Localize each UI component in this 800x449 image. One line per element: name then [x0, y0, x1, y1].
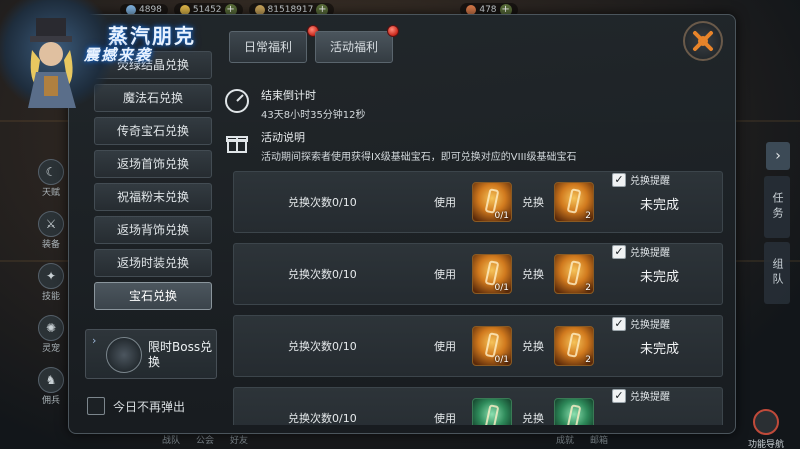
reminder-label: 兑换提醒: [630, 392, 670, 403]
bottom-guild[interactable]: 战队: [162, 433, 180, 446]
exchange-count: 兑换次数0/10: [288, 196, 357, 209]
timer-icon: [223, 87, 251, 115]
exchange-status: 未完成: [640, 198, 680, 213]
character-portrait: [28, 18, 76, 108]
required-gem-qty: 0/1: [494, 211, 509, 221]
reward-gem-icon[interactable]: [554, 398, 594, 425]
category-item[interactable]: 传奇宝石兑换: [94, 117, 212, 145]
side-tab-team[interactable]: 组队: [764, 242, 790, 304]
category-item[interactable]: 返场首饰兑换: [94, 150, 212, 178]
reward-gem-icon[interactable]: 2: [554, 326, 594, 366]
function-nav-button[interactable]: 功能导航: [736, 409, 796, 449]
banner-subtitle: 震撼来袭: [84, 46, 153, 64]
bottom-achievement[interactable]: 成就: [556, 433, 574, 446]
required-gem-qty: 0/1: [494, 283, 509, 293]
reminder-checkbox[interactable]: ✓: [612, 316, 626, 331]
countdown-value: 43天8小时35分钟12秒: [261, 110, 366, 121]
exchange-label: 兑换: [522, 196, 544, 209]
exchange-reminder-toggle[interactable]: ✓ 兑换提醒: [612, 388, 670, 403]
close-icon: [693, 31, 713, 51]
equipment-icon: ⚔: [38, 211, 64, 237]
event-banner[interactable]: 蒸汽朋克 震撼来袭: [0, 0, 220, 110]
boss-icon: [106, 337, 142, 373]
exchange-reminder-toggle[interactable]: ✓ 兑换提醒: [612, 172, 670, 187]
reminder-checkbox[interactable]: ✓: [612, 388, 626, 403]
category-item[interactable]: 返场时装兑换: [94, 249, 212, 277]
exchange-row: 兑换次数0/10 使用 兑换 ✓ 兑换提醒: [233, 387, 723, 425]
skill-icon: ✦: [38, 263, 64, 289]
reward-gem-qty: 2: [585, 211, 591, 221]
exchange-content: 结束倒计时 43天8小时35分钟12秒 活动说明 活动期间探索者使用获得IX级基…: [223, 59, 723, 425]
talent-icon: ☾: [38, 159, 64, 185]
exchange-row: 兑换次数0/10 使用 0/1 兑换 2 ✓ 兑换提醒未完成: [233, 243, 723, 305]
reminder-label: 兑换提醒: [630, 320, 670, 331]
reminder-label: 兑换提醒: [630, 248, 670, 259]
exchange-count: 兑换次数0/10: [288, 412, 357, 425]
exchange-label: 兑换: [522, 412, 544, 425]
description-text: 活动期间探索者使用获得IX级基础宝石，即可兑换对应的VIII级基础宝石: [261, 152, 577, 163]
countdown-title: 结束倒计时: [261, 89, 316, 102]
no-popup-checkbox[interactable]: [87, 397, 105, 415]
exchange-label: 兑换: [522, 340, 544, 353]
exchange-row: 兑换次数0/10 使用 0/1 兑换 2 ✓ 兑换提醒未完成: [233, 315, 723, 377]
required-gem-icon[interactable]: 0/1: [472, 254, 512, 294]
reward-gem-qty: 2: [585, 283, 591, 293]
bottom-union[interactable]: 公会: [196, 433, 214, 446]
use-label: 使用: [434, 268, 456, 281]
pet-icon: ✺: [38, 315, 64, 341]
menu-icon: [753, 409, 779, 435]
gift-icon: [223, 129, 251, 157]
description-row: 活动说明 活动期间探索者使用获得IX级基础宝石，即可兑换对应的VIII级基础宝石: [223, 129, 577, 163]
exchange-status: 未完成: [640, 342, 680, 357]
use-label: 使用: [434, 196, 456, 209]
reward-gem-icon[interactable]: 2: [554, 254, 594, 294]
exchange-reminder-toggle[interactable]: ✓ 兑换提醒: [612, 316, 670, 331]
category-item[interactable]: 祝福粉末兑换: [94, 183, 212, 211]
reward-gem-icon[interactable]: 2: [554, 182, 594, 222]
exchange-label: 兑换: [522, 268, 544, 281]
exchange-count: 兑换次数0/10: [288, 340, 357, 353]
mercenary-icon: ♞: [38, 367, 64, 393]
exchange-count: 兑换次数0/10: [288, 268, 357, 281]
reminder-checkbox[interactable]: ✓: [612, 244, 626, 259]
bottom-mail[interactable]: 邮箱: [590, 433, 608, 446]
expand-right-arrow-icon[interactable]: ›: [766, 142, 790, 170]
required-gem-icon[interactable]: [472, 398, 512, 425]
exchange-row: 兑换次数0/10 使用 0/1 兑换 2 ✓ 兑换提醒未完成: [233, 171, 723, 233]
countdown-row: 结束倒计时 43天8小时35分钟12秒: [223, 87, 366, 121]
reminder-checkbox[interactable]: ✓: [612, 172, 626, 187]
notification-dot: [387, 25, 399, 37]
required-gem-icon[interactable]: 0/1: [472, 182, 512, 222]
exchange-status: 未完成: [640, 270, 680, 285]
reminder-label: 兑换提醒: [630, 176, 670, 187]
chevron-right-icon: ›: [92, 334, 97, 347]
exchange-category-list: 荧绿结晶兑换 魔法石兑换 传奇宝石兑换 返场首饰兑换 祝福粉末兑换 返场背饰兑换…: [83, 51, 223, 419]
exchange-reminder-toggle[interactable]: ✓ 兑换提醒: [612, 244, 670, 259]
no-popup-toggle[interactable]: 今日不再弹出: [87, 397, 185, 415]
required-gem-qty: 0/1: [494, 355, 509, 365]
side-tab-task[interactable]: 任务: [764, 176, 790, 238]
use-label: 使用: [434, 340, 456, 353]
bottom-friends[interactable]: 好友: [230, 433, 248, 446]
boss-exchange-button[interactable]: › 限时Boss兑换: [85, 329, 217, 379]
required-gem-icon[interactable]: 0/1: [472, 326, 512, 366]
use-label: 使用: [434, 412, 456, 425]
reward-gem-qty: 2: [585, 355, 591, 365]
category-item[interactable]: 返场背饰兑换: [94, 216, 212, 244]
category-item-active[interactable]: 宝石兑换: [94, 282, 212, 310]
description-title: 活动说明: [261, 131, 305, 144]
close-button[interactable]: [683, 21, 723, 61]
